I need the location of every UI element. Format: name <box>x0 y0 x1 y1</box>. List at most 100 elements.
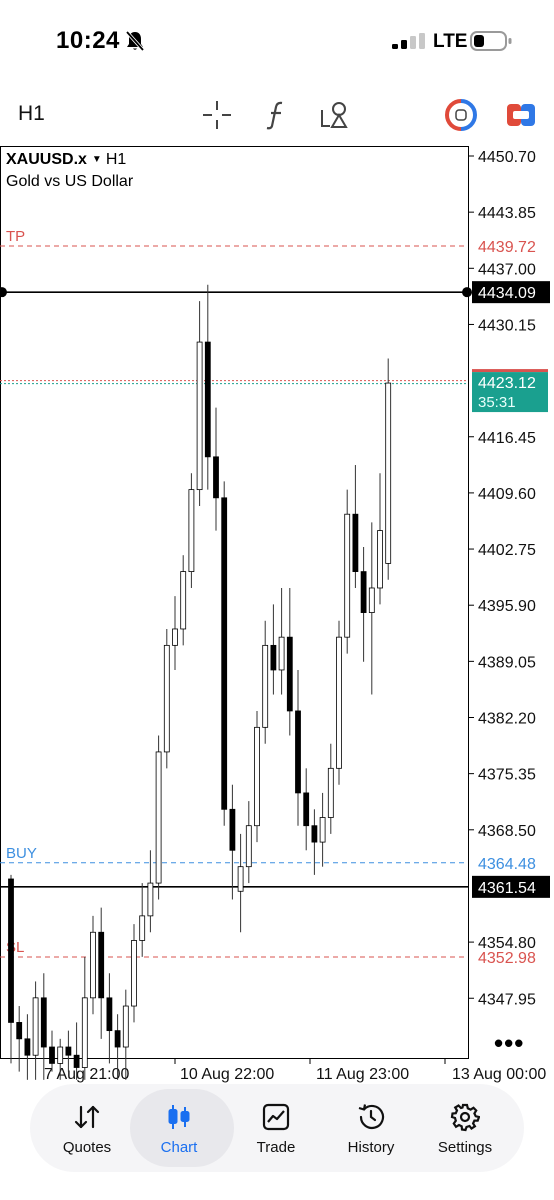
status-bar: 10:24 LTE <box>0 0 554 84</box>
candle-body <box>327 767 334 818</box>
nav-trade[interactable]: Trade <box>227 1084 325 1172</box>
candle <box>319 792 326 867</box>
crosshair-icon[interactable] <box>200 98 234 132</box>
candle <box>295 669 301 826</box>
one-click-trading-icon[interactable] <box>444 98 478 132</box>
candle-body <box>245 825 252 868</box>
horizontal-line-1-handle-left <box>0 287 7 298</box>
candle <box>245 801 252 884</box>
symbol-header[interactable]: XAUUSD.x ▼ H1 <box>6 151 126 169</box>
candle-body <box>254 726 260 827</box>
candle <box>278 587 285 695</box>
nav-quotes[interactable]: Quotes <box>38 1084 136 1172</box>
candle-body <box>303 792 310 827</box>
candle <box>352 465 359 588</box>
candle-body <box>155 751 162 884</box>
candle <box>172 596 178 670</box>
candle-body <box>16 1022 23 1040</box>
price-axis-label: 4347.95 <box>478 991 536 1008</box>
price-chart[interactable]: 4450.70 4443.85 4437.00 4430.15 4416.45 4409.… <box>0 146 554 1086</box>
nav-label: Trade <box>256 1139 296 1156</box>
status-time: 10:24 <box>56 27 120 54</box>
candle-body <box>8 878 14 1023</box>
candle-body <box>163 644 170 753</box>
time-axis-label: 10 Aug 22:00 <box>180 1066 274 1083</box>
price-axis-label: 4443.85 <box>478 205 536 222</box>
candle-body <box>49 1046 55 1064</box>
candle-body <box>65 1046 72 1056</box>
candle-body <box>295 710 301 794</box>
price-axis-label: 4375.35 <box>478 767 536 784</box>
plot-frame <box>0 146 469 1059</box>
candle-body <box>57 1046 64 1064</box>
timeframe-button[interactable]: H1 <box>18 102 45 126</box>
price-axis-label: 4402.75 <box>478 542 536 559</box>
candle-body <box>204 341 211 458</box>
candle <box>8 874 14 1064</box>
more-icon[interactable]: ••• <box>494 1028 524 1059</box>
candle-body <box>81 997 88 1068</box>
nav-chart[interactable]: Chart <box>130 1084 234 1172</box>
symbol-timeframe: H1 <box>105 151 127 168</box>
objects-icon[interactable] <box>318 98 352 132</box>
candle-body <box>32 997 39 1056</box>
trade-panel-icon[interactable] <box>504 98 538 132</box>
bell-slash-icon <box>125 30 145 52</box>
nav-label: Quotes <box>62 1139 112 1156</box>
horizontal-line-2-price: 4361.54 <box>478 880 536 897</box>
tp-label: TP <box>6 228 25 245</box>
candle <box>221 481 228 826</box>
candle <box>90 915 96 1015</box>
price-axis-label: 4437.00 <box>478 261 536 278</box>
bottom-nav: Quotes Chart Trade History Settings <box>30 1084 524 1172</box>
candle <box>360 547 367 662</box>
candlestick-icon <box>168 1105 190 1129</box>
horizontal-line-1-handle-right <box>462 287 472 298</box>
bar-countdown: 35:31 <box>478 394 516 411</box>
price-axis-label: 4416.45 <box>478 430 536 447</box>
time-axis-label: 11 Aug 23:00 <box>316 1066 409 1083</box>
candle-body <box>106 997 113 1032</box>
symbol-name: XAUUSD.x <box>6 151 87 168</box>
nav-settings[interactable]: Settings <box>416 1084 514 1172</box>
candle <box>16 1006 23 1072</box>
candle-body <box>196 341 203 491</box>
time-axis-label: 7 Aug 21:00 <box>44 1066 130 1083</box>
candle-body <box>213 456 219 499</box>
candle-body <box>262 644 269 728</box>
candle <box>188 473 195 588</box>
candle <box>237 833 244 933</box>
candle-body <box>360 571 367 613</box>
candle-body <box>122 1005 129 1048</box>
nav-label: Settings <box>437 1139 493 1156</box>
price-axis-label: 4430.15 <box>478 317 536 334</box>
candle-body <box>385 382 392 564</box>
price-axis-label: 4409.60 <box>478 486 536 503</box>
candle-body <box>40 997 47 1048</box>
buy-price: 4364.48 <box>478 856 536 873</box>
candle <box>213 407 219 531</box>
candle-body <box>114 1030 121 1048</box>
price-axis-label: 4450.70 <box>478 149 536 166</box>
symbol-description: Gold vs US Dollar <box>6 173 134 190</box>
candle-body <box>188 489 195 572</box>
candle-body <box>73 1054 80 1068</box>
candle <box>24 1014 31 1080</box>
history-clock-icon <box>358 1104 385 1130</box>
network-label: LTE <box>433 31 468 52</box>
price-axis-label: 4382.20 <box>478 711 536 728</box>
candle <box>377 473 383 605</box>
function-icon[interactable] <box>260 98 294 132</box>
candle-body <box>336 636 342 769</box>
candle <box>32 981 39 1080</box>
chart-area[interactable]: 4450.70 4443.85 4437.00 4430.15 4416.45 4409.… <box>0 146 554 1086</box>
candle <box>336 620 342 785</box>
candle-body <box>377 530 383 589</box>
candle-body <box>270 644 277 671</box>
candle-body <box>221 497 228 810</box>
candle-body <box>278 636 285 671</box>
nav-history[interactable]: History <box>322 1084 420 1172</box>
candle-body <box>131 940 137 1007</box>
candle <box>163 628 170 769</box>
buy-label: BUY <box>6 845 37 862</box>
